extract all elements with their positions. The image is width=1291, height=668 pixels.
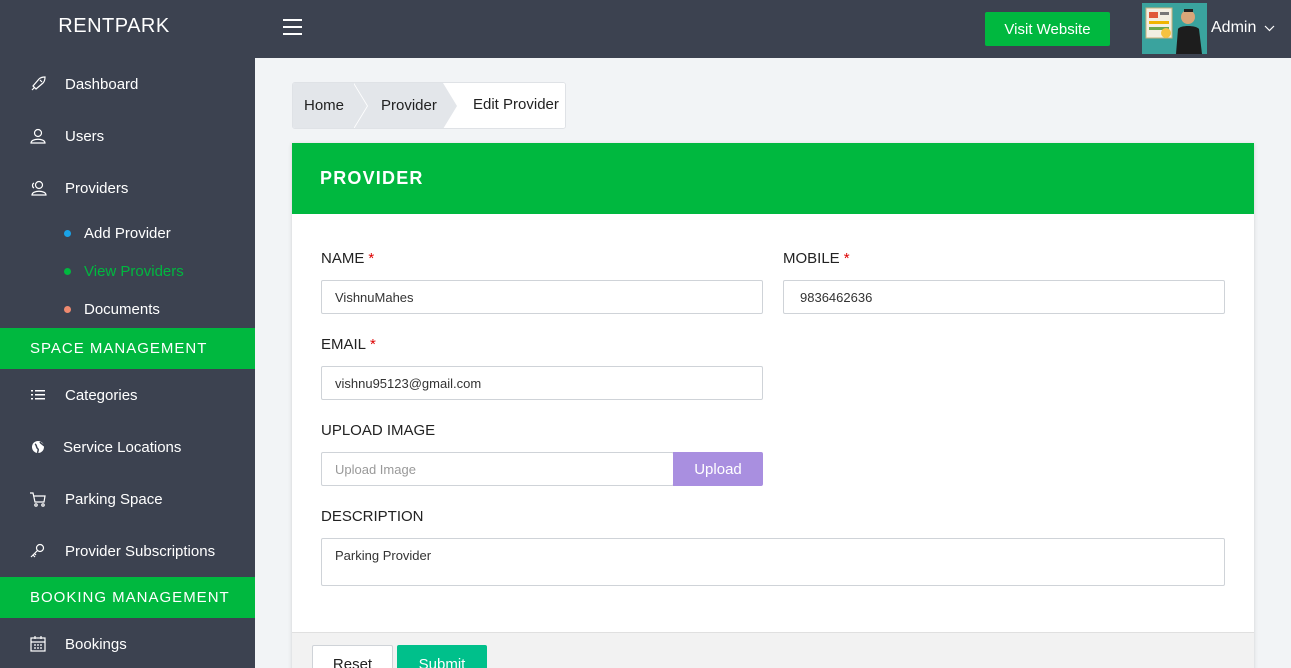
brand-logo[interactable]: RENTPARK: [0, 0, 255, 58]
section-label: BOOKING MANAGEMENT: [30, 589, 230, 606]
breadcrumb: Home Provider Edit Provider: [292, 82, 566, 129]
sidebar-subitem-documents[interactable]: Documents: [64, 290, 160, 328]
name-field[interactable]: VishnuMahes: [321, 280, 763, 314]
name-label: NAME *: [321, 250, 375, 267]
page-title: PROVIDER: [320, 168, 424, 188]
section-label: SPACE MANAGEMENT: [30, 340, 208, 357]
email-field[interactable]: vishnu95123@gmail.com: [321, 366, 763, 400]
list-icon: [28, 385, 48, 405]
card-footer: Reset Submit: [292, 632, 1254, 668]
rocket-icon: [28, 74, 48, 94]
sidebar-item-label: Providers: [65, 179, 129, 197]
visit-website-button[interactable]: Visit Website: [985, 12, 1110, 46]
sidebar-item-providers[interactable]: Providers: [0, 162, 255, 214]
breadcrumb-home[interactable]: Home: [293, 83, 368, 128]
globe-icon: [28, 437, 48, 457]
user-menu[interactable]: Admin: [1211, 19, 1275, 37]
submit-button[interactable]: Submit: [397, 645, 487, 668]
bullet-icon: [64, 305, 71, 313]
reset-button[interactable]: Reset: [312, 645, 393, 668]
users-icon: [28, 178, 48, 198]
sidebar-item-dashboard[interactable]: Dashboard: [0, 58, 255, 110]
cart-icon: [28, 489, 48, 509]
sidebar-item-label: Users: [65, 127, 105, 145]
upload-image-label: UPLOAD IMAGE: [321, 422, 436, 439]
sidebar-item-label: Bookings: [65, 635, 127, 653]
top-bar: Visit Website Admin: [255, 0, 1291, 58]
sidebar-item-parking-space[interactable]: Parking Space: [0, 473, 255, 525]
sidebar-item-label: Parking Space: [65, 490, 163, 508]
sidebar: RENTPARK Dashboard Users Providers Add P…: [0, 0, 255, 668]
sidebar-section-booking-management: BOOKING MANAGEMENT: [0, 577, 255, 618]
mobile-label: MOBILE *: [783, 250, 850, 267]
sidebar-subitem-view-providers[interactable]: View Providers: [64, 252, 184, 290]
upload-image-field[interactable]: Upload Image: [321, 452, 674, 486]
sidebar-subitem-add-provider[interactable]: Add Provider: [64, 214, 171, 252]
breadcrumb-current: Edit Provider: [443, 83, 565, 128]
sidebar-item-label: Service Locations: [63, 438, 182, 456]
avatar[interactable]: [1142, 3, 1207, 54]
user-name: Admin: [1211, 19, 1257, 36]
description-label: DESCRIPTION: [321, 508, 424, 525]
sidebar-subitem-label: Add Provider: [84, 224, 171, 242]
sidebar-item-label: Categories: [65, 386, 138, 404]
upload-button[interactable]: Upload: [673, 452, 763, 486]
sidebar-item-label: Dashboard: [65, 75, 139, 93]
chevron-down-icon: [1264, 19, 1275, 37]
sidebar-subitem-label: Documents: [84, 300, 160, 318]
user-icon: [28, 126, 48, 146]
sidebar-subitem-label: View Providers: [84, 262, 184, 280]
email-label: EMAIL *: [321, 336, 376, 353]
sidebar-item-bookings[interactable]: Bookings: [0, 618, 255, 668]
sidebar-item-provider-subscriptions[interactable]: Provider Subscriptions: [0, 525, 255, 577]
description-field[interactable]: Parking Provider: [321, 538, 1225, 586]
sidebar-item-label: Provider Subscriptions: [65, 542, 216, 560]
sidebar-item-categories[interactable]: Categories: [0, 369, 255, 421]
breadcrumb-label: Edit Provider: [473, 96, 559, 113]
breadcrumb-label: Home: [304, 97, 345, 114]
calendar-icon: [28, 634, 48, 654]
provider-form-card: PROVIDER NAME * VishnuMahes MOBILE * 98364…: [292, 143, 1254, 668]
sidebar-item-users[interactable]: Users: [0, 110, 255, 162]
key-icon: [28, 541, 48, 561]
brand-name: RENTPARK: [58, 14, 170, 37]
card-header: PROVIDER: [292, 143, 1254, 214]
sidebar-section-space-management: SPACE MANAGEMENT: [0, 328, 255, 369]
menu-toggle-icon[interactable]: [283, 19, 302, 35]
mobile-field[interactable]: 9836462636: [783, 280, 1225, 314]
bullet-icon: [64, 267, 71, 275]
bullet-icon: [64, 229, 71, 237]
breadcrumb-label: Provider: [381, 97, 437, 114]
sidebar-item-service-locations[interactable]: Service Locations: [0, 421, 255, 473]
